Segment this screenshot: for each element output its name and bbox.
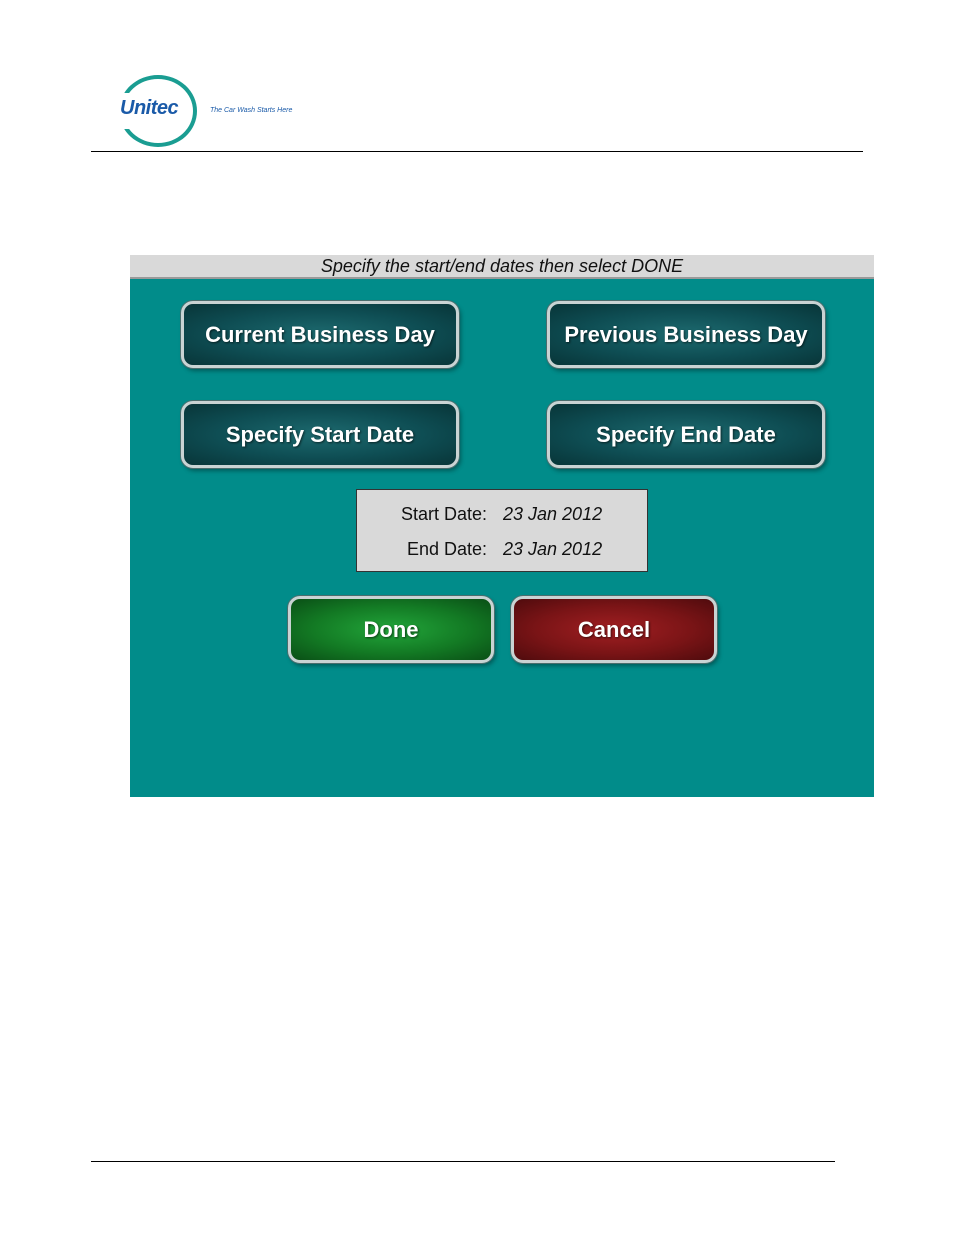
specify-start-date-button[interactable]: Specify Start Date	[181, 401, 459, 468]
start-date-row: Start Date: 23 Jan 2012	[357, 504, 647, 528]
header-divider	[91, 151, 863, 152]
screen-title: Specify the start/end dates then select …	[130, 255, 874, 279]
logo-brand-text: Unitec	[120, 97, 179, 119]
end-date-row: End Date: 23 Jan 2012	[357, 539, 647, 563]
end-date-value: 23 Jan 2012	[503, 539, 603, 559]
current-business-day-button[interactable]: Current Business Day	[181, 301, 459, 368]
specify-end-date-button[interactable]: Specify End Date	[547, 401, 825, 468]
cancel-button[interactable]: Cancel	[511, 596, 717, 663]
logo-tagline: The Car Wash Starts Here	[210, 107, 293, 114]
start-date-label: Start Date:	[400, 504, 487, 524]
date-range-screen: Specify the start/end dates then select …	[130, 255, 874, 797]
unitec-logo: Unitec The Car Wash Starts Here	[116, 73, 317, 151]
previous-business-day-button[interactable]: Previous Business Day	[547, 301, 825, 368]
end-date-label: End Date:	[406, 539, 487, 559]
start-date-value: 23 Jan 2012	[503, 504, 603, 524]
done-button[interactable]: Done	[288, 596, 494, 663]
footer-divider	[91, 1161, 835, 1162]
date-range-display: Start Date: 23 Jan 2012 End Date: 23 Jan…	[356, 489, 648, 572]
